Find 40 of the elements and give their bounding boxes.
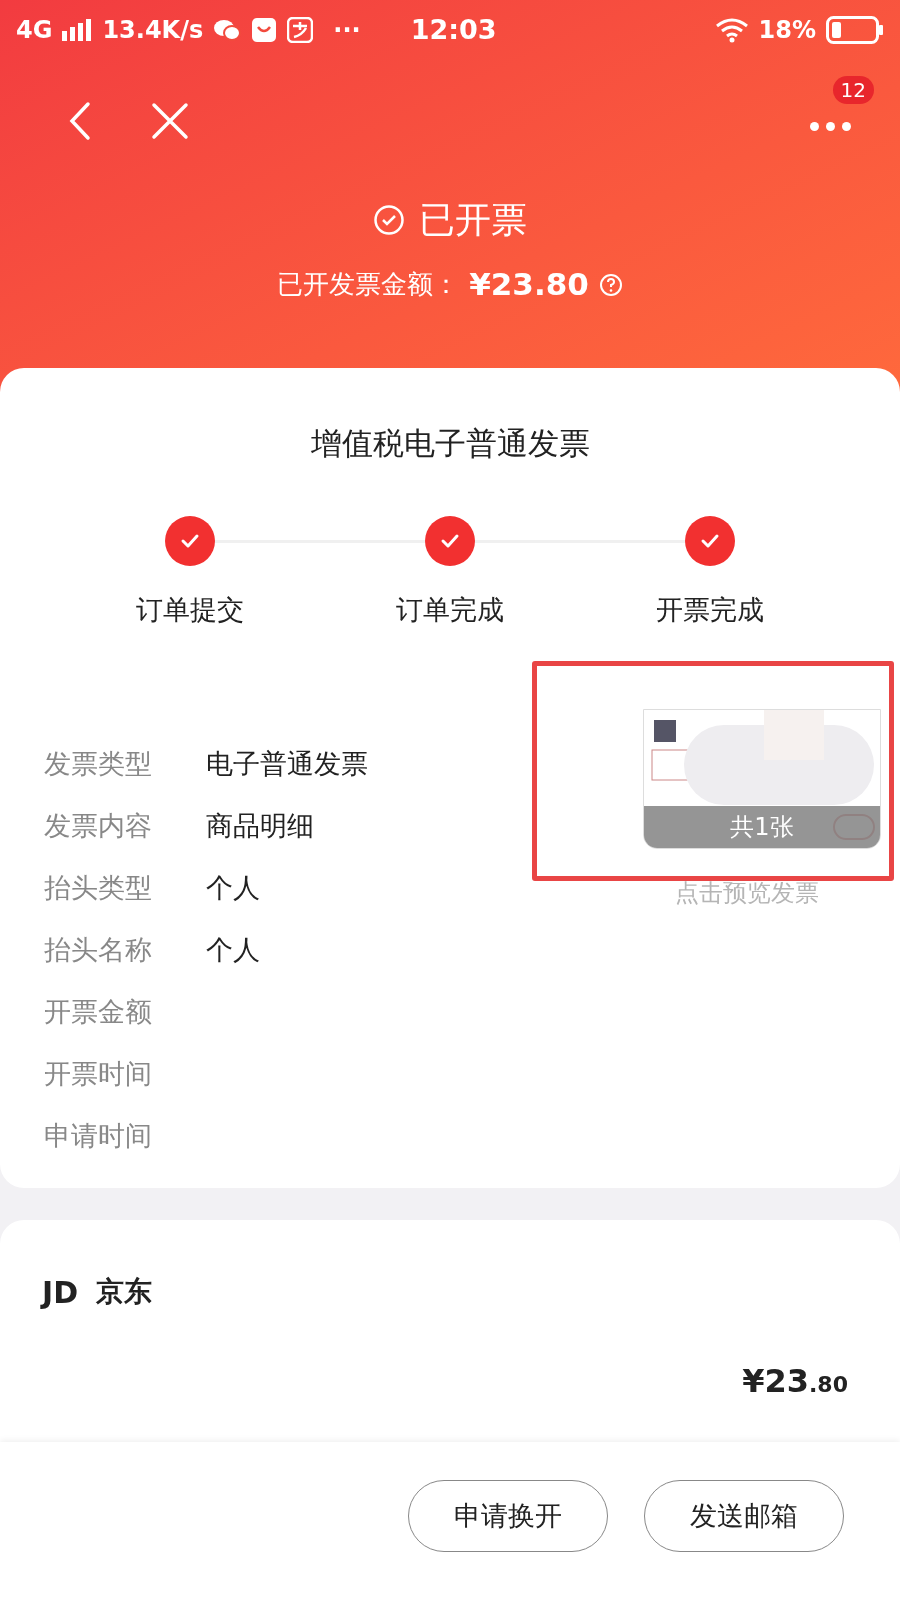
field-value: 个人: [206, 932, 260, 967]
store-name: 京东: [96, 1274, 153, 1311]
action-button[interactable]: 发送邮箱: [644, 1480, 844, 1552]
help-icon: [598, 272, 623, 297]
field-label: 抬头类型: [44, 870, 153, 905]
wifi-icon: [714, 17, 749, 44]
close-icon: [151, 102, 189, 141]
network-speed: 13.4K/s: [102, 15, 204, 47]
field-value: 个人: [206, 870, 260, 905]
field-label: 发票类型: [44, 746, 153, 781]
invoice-status: 已开票: [419, 198, 527, 243]
check-circle-icon: [373, 204, 405, 237]
bag-icon: [251, 17, 278, 44]
network-label: 4G: [16, 15, 53, 47]
field-value: 电子普通发票: [206, 746, 368, 781]
back-icon: [68, 101, 92, 142]
action-button[interactable]: 申请换开: [408, 1480, 608, 1552]
invoice-amount: ¥23.80: [469, 265, 589, 305]
price-decimal: .80: [809, 1370, 848, 1399]
more-notifications: ···: [333, 15, 361, 47]
field-label: 发票内容: [44, 808, 153, 843]
signal-icon: [62, 19, 93, 42]
price: ¥23: [742, 1360, 809, 1402]
invoice-thumbnail[interactable]: 共1张: [643, 708, 881, 849]
invoice-title: 增值税电子普通发票: [310, 423, 590, 463]
field-label: 抬头名称: [44, 932, 153, 967]
step-label: 订单提交: [136, 593, 244, 628]
field-label: 开票金额: [44, 994, 153, 1029]
step-label: 开票完成: [656, 593, 764, 628]
field-label: 申请时间: [44, 1118, 153, 1153]
page-count: 共1张: [644, 805, 880, 848]
field-label: 开票时间: [44, 1056, 153, 1091]
field-value: 商品明细: [206, 808, 314, 843]
battery-icon: [826, 16, 884, 45]
store-logo: JD: [42, 1273, 79, 1312]
battery-level: 18%: [758, 15, 816, 47]
step-label: 订单完成: [396, 593, 504, 628]
amount-label: 已开发票金额：: [277, 268, 460, 302]
clock: 12:03: [410, 13, 497, 48]
payment-icon: [287, 17, 314, 44]
